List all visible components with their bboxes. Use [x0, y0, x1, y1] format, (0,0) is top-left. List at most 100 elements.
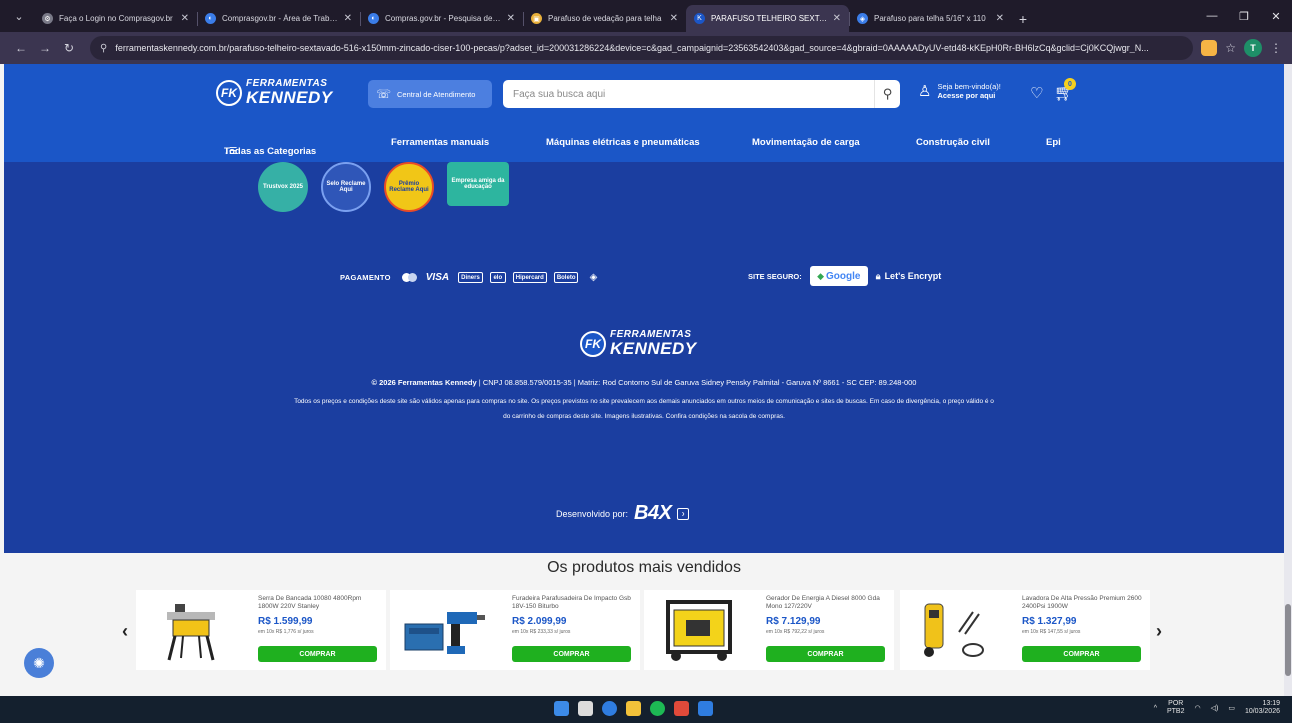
search-input[interactable] [503, 80, 874, 108]
account-link[interactable]: ♙ Seja bem-vindo(a)! Acesse por aqui [918, 82, 1001, 100]
restore-icon[interactable]: ❐ [1228, 0, 1260, 32]
tab-search-icon[interactable]: ⌄ [8, 5, 30, 27]
product-card[interactable]: Furadeira Parafusadeira De Impacto Gsb 1… [390, 590, 640, 670]
close-window-icon[interactable]: ✕ [1260, 0, 1292, 32]
logo-mark-icon: FK [216, 79, 242, 106]
clock[interactable]: 13:19 10/03/2026 [1245, 700, 1280, 716]
browser-tab-active[interactable]: K PARAFUSO TELHEIRO SEXTAVADO ✕ [686, 5, 849, 32]
wifi-icon[interactable]: ◠ [1195, 704, 1201, 712]
visa-icon: VISA [425, 272, 450, 283]
close-icon[interactable]: ✕ [344, 13, 352, 24]
site-logo[interactable]: FK FERRAMENTAS KENNEDY [216, 79, 333, 106]
customer-service-button[interactable]: ☏ Central de Atendimento [368, 80, 492, 108]
globe-icon: ◐ [368, 13, 379, 24]
forward-icon[interactable]: → [34, 37, 56, 59]
chevron-up-icon[interactable]: ^ [1154, 705, 1157, 712]
product-name[interactable]: Gerador De Energia A Diesel 8000 Gda Mon… [766, 595, 888, 611]
chat-icon: ☏ [376, 87, 392, 101]
tab-title: PARAFUSO TELHEIRO SEXTAVADO [711, 14, 829, 23]
scrollbar-thumb[interactable] [1285, 604, 1291, 676]
impact-drill-image[interactable] [400, 596, 490, 664]
reload-icon[interactable]: ↻ [58, 37, 80, 59]
language-code: POR [1168, 700, 1184, 708]
bookmark-star-icon[interactable]: ☆ [1225, 41, 1236, 55]
page-scrollbar[interactable] [1284, 64, 1292, 696]
address-bar[interactable]: ⚲ ferramentaskennedy.com.br/parafuso-tel… [90, 36, 1194, 60]
search-icon[interactable]: ⚲ [874, 80, 900, 108]
tab-title: Faça o Login no Comprasgov.br [59, 14, 173, 23]
windows-start-icon[interactable] [554, 701, 569, 716]
profile-avatar[interactable]: T [1244, 39, 1262, 57]
back-icon[interactable]: ← [10, 37, 32, 59]
reclame-aqui-seal[interactable]: Selo Reclame Aqui [321, 162, 371, 212]
developer-credit[interactable]: Desenvolvido por: B4X ❯ [556, 502, 689, 525]
close-icon[interactable]: ✕ [507, 13, 515, 24]
browser-tab[interactable]: ◐ Comprasgov.br - Área de Trabalho ✕ [197, 5, 360, 32]
product-card[interactable]: Serra De Bancada 10080 4800Rpm 1800W 220… [136, 590, 386, 670]
product-card[interactable]: Lavadora De Alta Pressão Premium 2600 24… [900, 590, 1150, 670]
category-link[interactable]: Movimentação de carga [752, 137, 860, 148]
browser-tab[interactable]: ◐ Compras.gov.br - Pesquisa de Preços ✕ [360, 5, 523, 32]
developed-by-label: Desenvolvido por: [556, 508, 629, 519]
product-name[interactable]: Furadeira Parafusadeira De Impacto Gsb 1… [512, 595, 634, 611]
buy-button[interactable]: COMPRAR [1022, 646, 1141, 662]
trustvox-seal[interactable]: Trustvox 2025 [258, 162, 308, 212]
category-link[interactable]: Ferramentas manuais [391, 137, 489, 148]
customer-service-label: Central de Atendimento [397, 89, 476, 99]
carousel-next-icon[interactable]: › [1156, 621, 1162, 642]
menu-icon[interactable]: ⋮ [1270, 41, 1282, 55]
category-link[interactable]: Máquinas elétricas e pneumáticas [546, 137, 700, 148]
site-header: FK FERRAMENTAS KENNEDY ☏ Central de Aten… [4, 64, 1284, 162]
search-taskbar-icon[interactable] [578, 701, 593, 716]
award-seal[interactable]: Prêmio Reclame Aqui [384, 162, 434, 212]
language-indicator[interactable]: POR PTB2 [1167, 700, 1185, 715]
minimize-icon[interactable]: — [1196, 0, 1228, 32]
buy-button[interactable]: COMPRAR [258, 646, 377, 662]
category-link[interactable]: Construção civil [916, 137, 990, 148]
copyright-line: © 2026 Ferramentas Kennedy | CNPJ 08.858… [4, 378, 1284, 387]
battery-icon[interactable]: ▭ [1228, 704, 1235, 712]
heart-icon[interactable]: ♡ [1030, 84, 1043, 102]
extension-icon[interactable] [1201, 40, 1218, 56]
product-name[interactable]: Serra De Bancada 10080 4800Rpm 1800W 220… [258, 595, 380, 611]
os-taskbar: ^ POR PTB2 ◠ ◁) ▭ 13:19 10/03/2026 [0, 696, 1292, 723]
browser-tab[interactable]: ◈ Parafuso para telha 5/16" x 110 ✕ [849, 5, 1012, 32]
browser-tab[interactable]: ▣ Parafuso de vedação para telha ✕ [523, 5, 686, 32]
buy-button[interactable]: COMPRAR [766, 646, 885, 662]
product-installments: em 10x R$ 233,33 s/ juros [512, 629, 571, 635]
app-icon[interactable] [674, 701, 689, 716]
keyboard-layout: PTB2 [1166, 708, 1185, 716]
tab-title: Comprasgov.br - Área de Trabalho [222, 14, 340, 23]
chrome-icon[interactable] [602, 701, 617, 716]
table-saw-image[interactable] [146, 596, 236, 664]
education-seal[interactable]: Empresa amiga da educação [447, 162, 509, 206]
site-info-icon[interactable]: ⚲ [100, 43, 107, 54]
close-icon[interactable]: ✕ [833, 13, 841, 24]
store-icon[interactable] [698, 701, 713, 716]
logo-text: FERRAMENTAS KENNEDY [246, 79, 333, 107]
google-safe-seal[interactable]: ◆ Google [809, 266, 868, 286]
pressure-washer-image[interactable] [910, 596, 1000, 664]
generator-image[interactable] [654, 596, 744, 664]
close-icon[interactable]: ✕ [670, 13, 678, 24]
category-nav: ↓☰ Todas as Categorias Ferramentas manuai… [4, 128, 1284, 158]
buy-button[interactable]: COMPRAR [512, 646, 631, 662]
browser-tab[interactable]: ⚙ Faça o Login no Comprasgov.br ✕ [34, 5, 197, 32]
legal-notice: Todos os preços e condições deste site s… [214, 394, 1074, 424]
product-name[interactable]: Lavadora De Alta Pressão Premium 2600 24… [1022, 595, 1144, 611]
carousel-prev-icon[interactable]: ‹ [122, 621, 128, 642]
close-icon[interactable]: ✕ [996, 13, 1004, 24]
cookie-settings-icon[interactable]: ✺ [24, 648, 54, 678]
lets-encrypt-seal[interactable]: 🔒︎ Let's Encrypt [876, 271, 941, 282]
account-greeting: Seja bem-vindo(a)! [937, 82, 1001, 91]
volume-icon[interactable]: ◁) [1211, 704, 1219, 712]
category-link[interactable]: Epi [1046, 137, 1061, 148]
site-footer: Trustvox 2025 Selo Reclame Aqui Prêmio R… [4, 162, 1284, 648]
product-card[interactable]: Gerador De Energia A Diesel 8000 Gda Mon… [644, 590, 894, 670]
spotify-icon[interactable] [650, 701, 665, 716]
close-icon[interactable]: ✕ [181, 13, 189, 24]
product-price: R$ 1.327,99 [1022, 616, 1077, 627]
copyright-text: © 2026 Ferramentas Kennedy [371, 378, 477, 387]
new-tab-button[interactable]: + [1012, 5, 1034, 32]
file-explorer-icon[interactable] [626, 701, 641, 716]
